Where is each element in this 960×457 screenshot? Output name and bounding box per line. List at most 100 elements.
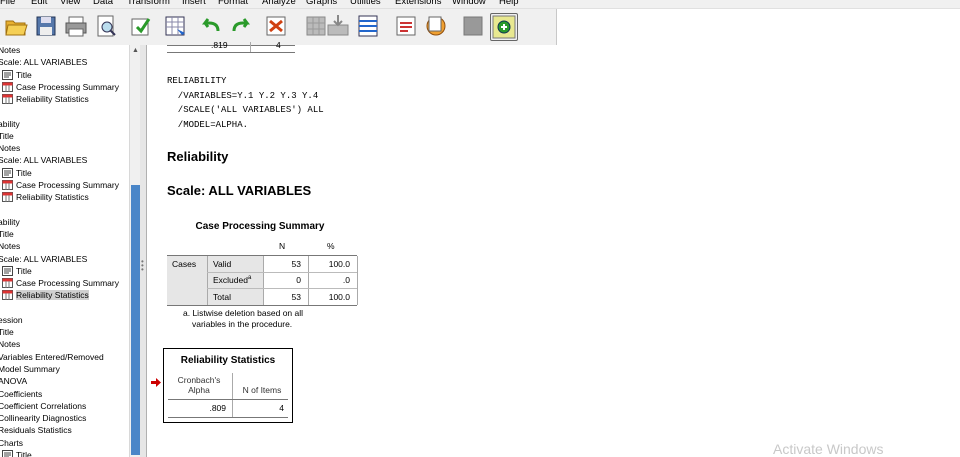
scale-heading: Scale: ALL VARIABLES xyxy=(167,183,312,198)
menu-format[interactable]: Format xyxy=(218,0,248,8)
outline-item[interactable]: Reliability Statistics xyxy=(2,93,89,105)
table-title: Case Processing Summary xyxy=(195,221,325,232)
outline-item[interactable]: Title xyxy=(2,167,32,179)
cell-valid-n: 53 xyxy=(291,259,301,269)
outline-item[interactable]: Residuals Statistics xyxy=(0,424,72,436)
outline-item[interactable]: ession xyxy=(0,314,23,326)
show-all-icon[interactable] xyxy=(460,13,486,39)
outline-item-label: Title xyxy=(16,450,32,457)
undo-icon[interactable] xyxy=(198,13,224,39)
create-title-icon[interactable] xyxy=(393,13,419,39)
outline-item[interactable]: Reliability Statistics xyxy=(2,289,89,301)
title-icon xyxy=(2,69,13,80)
redo-icon[interactable] xyxy=(228,13,254,39)
menu-help[interactable]: Help xyxy=(499,0,519,8)
table-rule xyxy=(168,399,288,400)
table-divider xyxy=(308,256,309,305)
print-preview-icon[interactable] xyxy=(93,13,119,39)
outline-item[interactable]: Title xyxy=(0,326,14,338)
menu-transform[interactable]: Transform xyxy=(127,0,170,8)
cell-items: 4 xyxy=(279,403,284,413)
outline-item[interactable]: Scale: ALL VARIABLES xyxy=(0,253,87,265)
table-rule xyxy=(207,272,357,273)
outline-item-label: Collinearity Diagnostics xyxy=(0,413,87,424)
menu-bar: File Edit View Data Transform Insert Format Ana… xyxy=(0,0,960,9)
designate-window-icon[interactable] xyxy=(423,13,449,39)
menu-data[interactable]: Data xyxy=(93,0,113,8)
outline-item[interactable]: ability xyxy=(0,118,20,130)
menu-graphs[interactable]: Graphs xyxy=(306,0,337,8)
reliability-statistics-table[interactable]: Reliability Statistics Cronbach's Alpha … xyxy=(163,348,293,423)
cell-alpha: .809 xyxy=(209,403,226,413)
outline-item[interactable]: Title xyxy=(0,130,14,142)
activation-watermark: Activate Windows xyxy=(773,441,884,457)
scroll-up-icon[interactable]: ▲ xyxy=(131,46,140,55)
outline-item-label: Scale: ALL VARIABLES xyxy=(0,155,88,166)
outline-pane[interactable]: Notes Scale: ALL VARIABLES Title Case Proce… xyxy=(0,45,129,457)
export-icon[interactable] xyxy=(128,13,154,39)
row-label-excluded: Excludeda xyxy=(213,275,251,285)
outline-item[interactable]: Scale: ALL VARIABLES xyxy=(0,56,87,68)
save-icon[interactable] xyxy=(33,13,59,39)
outline-item-label: Case Processing Summary xyxy=(16,180,119,190)
menu-view[interactable]: View xyxy=(60,0,80,8)
row-group-label: Cases xyxy=(172,259,197,269)
outline-item-label: Title xyxy=(0,130,14,141)
outline-item-label: Residuals Statistics xyxy=(0,425,72,436)
outline-item[interactable]: Notes xyxy=(0,338,20,350)
menu-file[interactable]: File xyxy=(0,0,15,8)
print-icon[interactable] xyxy=(63,13,89,39)
table-divider xyxy=(232,373,233,418)
outline-item[interactable]: Notes xyxy=(0,142,20,154)
outline-item[interactable]: Coefficient Correlations xyxy=(0,400,86,412)
outline-item[interactable]: Title xyxy=(2,265,32,277)
menu-window[interactable]: Window xyxy=(452,0,486,8)
menu-edit[interactable]: Edit xyxy=(31,0,47,8)
table-divider xyxy=(263,256,264,305)
go-to-data-icon[interactable] xyxy=(163,13,189,39)
outline-item[interactable]: Scale: ALL VARIABLES xyxy=(0,154,87,166)
outline-item[interactable]: Model Summary xyxy=(0,363,60,375)
outline-item[interactable]: Case Processing Summary xyxy=(2,81,119,93)
outline-item[interactable]: Title xyxy=(0,228,14,240)
cell-total-n: 53 xyxy=(291,292,301,302)
scroll-thumb[interactable] xyxy=(131,185,140,455)
pane-splitter[interactable]: • • • xyxy=(140,45,147,457)
outline-item[interactable]: ANOVA xyxy=(0,375,27,387)
variables-icon[interactable] xyxy=(355,13,381,39)
outline-item[interactable]: Notes xyxy=(0,45,20,56)
footnote-line: a. Listwise deletion based on all xyxy=(183,308,304,318)
excluded-label: Excluded xyxy=(213,275,248,285)
menu-utilities[interactable]: Utilities xyxy=(350,0,381,8)
outline-item[interactable]: Variables Entered/Removed xyxy=(0,351,104,363)
outline-item[interactable]: Title xyxy=(2,449,32,457)
outline-item-label: Coefficient Correlations xyxy=(0,400,87,411)
table-divider xyxy=(357,256,358,305)
open-folder-icon[interactable] xyxy=(3,13,29,39)
outline-item[interactable]: Notes xyxy=(0,240,20,252)
menu-analyze[interactable]: Analyze xyxy=(262,0,296,8)
promote-icon[interactable] xyxy=(490,13,518,41)
toolbar-empty-area xyxy=(556,9,960,45)
cell-valid-pct: 100.0 xyxy=(328,259,350,269)
outline-item[interactable]: Collinearity Diagnostics xyxy=(0,412,86,424)
outline-item[interactable]: Charts xyxy=(0,437,23,449)
go-to-case-icon[interactable] xyxy=(263,13,289,39)
column-header-items: N of Items xyxy=(242,385,282,395)
demote-icon[interactable] xyxy=(520,13,546,39)
syntax-line: /MODEL=ALPHA. xyxy=(167,119,249,130)
outline-item-label: Reliability Statistics xyxy=(16,94,89,105)
menu-extensions[interactable]: Extensions xyxy=(395,0,441,8)
menu-insert[interactable]: Insert xyxy=(182,0,206,8)
output-viewer[interactable]: .819 4 RELIABILITY /VARIABLES=Y.1 Y.2 Y.… xyxy=(147,40,960,457)
outline-item[interactable]: Title xyxy=(2,69,32,81)
outline-item[interactable]: Coefficients xyxy=(0,388,42,400)
outline-item[interactable]: Case Processing Summary xyxy=(2,179,119,191)
outline-item[interactable]: ability xyxy=(0,216,20,228)
outline-item[interactable]: Reliability Statistics xyxy=(2,191,89,203)
column-header-alpha-line2: Alpha xyxy=(188,385,210,395)
insert-cases-icon[interactable] xyxy=(325,13,351,39)
outline-item[interactable]: Case Processing Summary xyxy=(2,277,119,289)
outline-item-label: Model Summary xyxy=(0,363,60,374)
footnote-marker: a xyxy=(247,275,252,282)
